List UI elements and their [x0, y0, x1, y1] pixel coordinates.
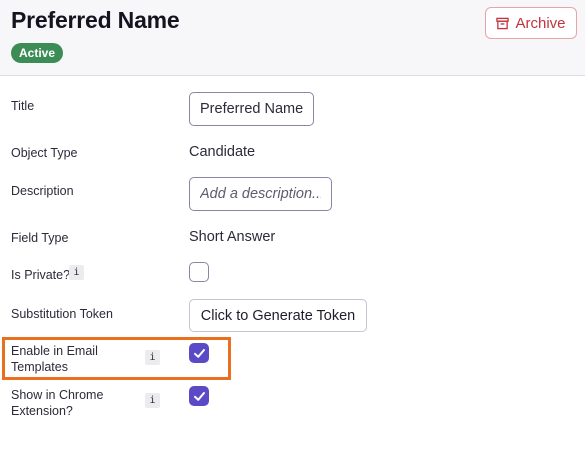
check-icon	[193, 348, 205, 358]
title-label: Title	[11, 99, 35, 113]
info-icon[interactable]: i	[69, 265, 84, 280]
chrome-extension-label-line2: Extension?	[11, 404, 73, 418]
check-icon	[193, 391, 205, 401]
archive-box-icon	[496, 17, 510, 29]
email-templates-label-line1: Enable in Email	[11, 344, 98, 358]
chrome-extension-label-line1: Show in Chrome	[11, 388, 104, 402]
substitution-token-label: Substitution Token	[11, 307, 113, 321]
page-title: Preferred Name	[11, 7, 180, 33]
is-private-checkbox[interactable]	[189, 262, 209, 282]
archive-button[interactable]: Archive	[485, 7, 577, 39]
description-input[interactable]	[189, 177, 332, 211]
info-icon[interactable]: i	[145, 393, 160, 408]
page-header: Preferred Name Active Archive	[0, 0, 585, 76]
email-templates-label-line2: Templates	[11, 360, 68, 374]
object-type-value: Candidate	[189, 144, 256, 160]
chrome-extension-label: Show in Chrome Extension?	[11, 387, 103, 419]
chrome-extension-checkbox[interactable]	[189, 386, 209, 406]
generate-token-button[interactable]: Click to Generate Token	[189, 299, 367, 332]
field-type-label: Field Type	[11, 231, 69, 245]
is-private-label: Is Private?	[11, 268, 71, 282]
status-badge: Active	[11, 43, 64, 63]
title-input[interactable]	[189, 92, 314, 126]
object-type-label: Object Type	[11, 146, 78, 160]
archive-button-label: Archive	[515, 14, 566, 32]
email-templates-checkbox[interactable]	[189, 343, 209, 363]
info-icon[interactable]: i	[145, 350, 160, 365]
email-templates-label: Enable in Email Templates	[11, 343, 98, 375]
field-type-value: Short Answer	[189, 229, 276, 245]
description-label: Description	[11, 184, 74, 198]
